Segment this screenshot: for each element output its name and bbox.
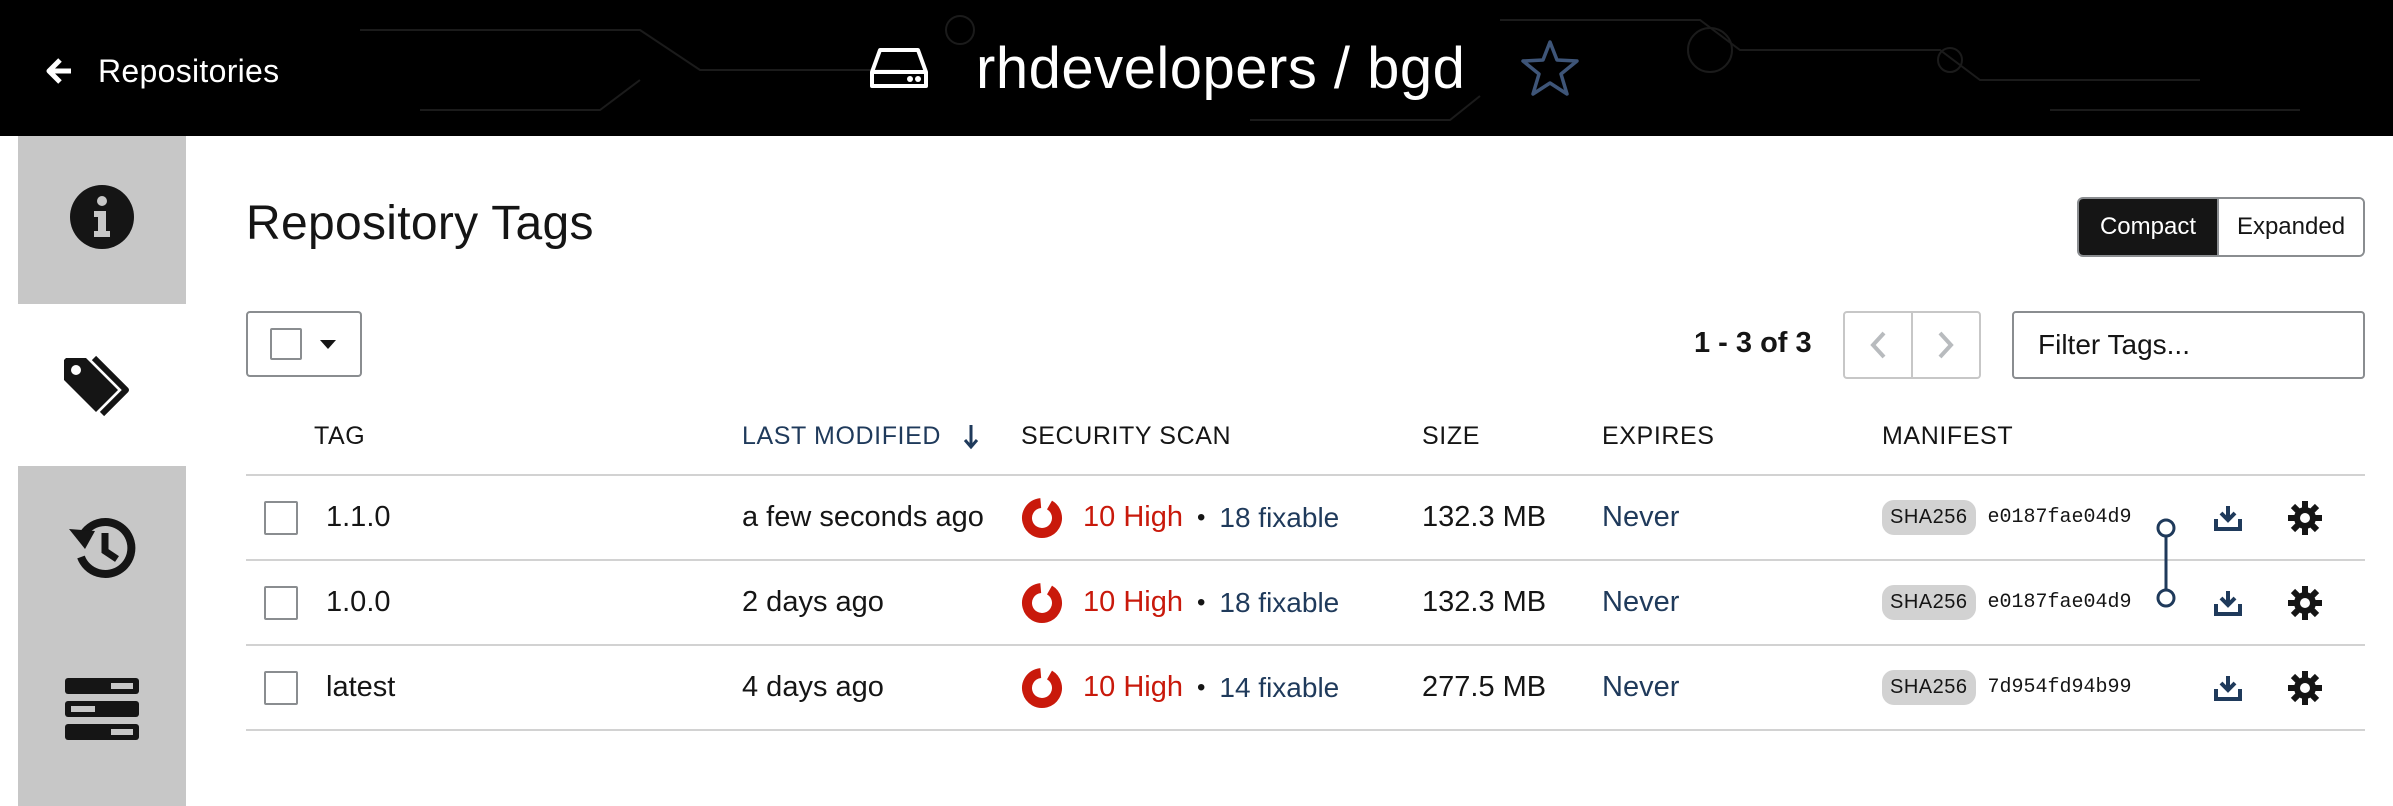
column-header-last-modified-label: LAST MODIFIED xyxy=(742,422,942,450)
pull-image-button[interactable] xyxy=(2214,476,2242,559)
tag-options-button[interactable] xyxy=(2288,476,2322,559)
separator-dot: • xyxy=(1196,673,1206,701)
compact-view-button[interactable]: Compact xyxy=(2079,199,2217,255)
expiration[interactable]: Never xyxy=(1602,476,1679,559)
row-checkbox[interactable] xyxy=(264,500,298,535)
sha256-badge: SHA256 xyxy=(1882,670,1976,705)
chevron-right-icon xyxy=(1938,331,1954,359)
column-header-last-modified[interactable]: LAST MODIFIED xyxy=(742,422,979,451)
tab-history[interactable] xyxy=(18,467,186,629)
vulnerability-donut-icon xyxy=(1022,667,1062,708)
tag-name[interactable]: latest xyxy=(326,646,395,729)
table-row: latest 4 days ago 10 High • 14 fixable 2… xyxy=(246,646,2365,731)
builds-icon xyxy=(65,678,139,740)
separator-dot: • xyxy=(1196,588,1206,616)
select-all-checkbox[interactable] xyxy=(270,328,302,360)
row-checkbox-cell xyxy=(264,646,298,729)
download-icon xyxy=(2214,505,2242,531)
download-icon xyxy=(2214,590,2242,616)
sort-descending-icon xyxy=(963,424,979,449)
tab-info[interactable] xyxy=(18,136,186,298)
repository-name: rhdevelopers / bgd xyxy=(976,35,1466,101)
tab-builds[interactable] xyxy=(18,628,186,790)
arrow-left-icon xyxy=(46,58,71,84)
table-row: 1.0.0 2 days ago 10 High • 18 fixable 13… xyxy=(246,561,2365,646)
same-manifest-link-icon xyxy=(2156,518,2176,608)
digest-value[interactable]: e0187fae04d9 xyxy=(1988,591,2132,614)
expanded-view-button[interactable]: Expanded xyxy=(2217,199,2363,255)
app-header: Repositories rhdevelopers / bgd xyxy=(0,0,2393,136)
severity-label: 10 High xyxy=(1083,671,1183,703)
caret-down-icon xyxy=(320,339,336,349)
severity-label: 10 High xyxy=(1083,501,1183,533)
table-row: 1.1.0 a few seconds ago 10 High • 18 fix… xyxy=(246,476,2365,561)
image-size: 277.5 MB xyxy=(1422,671,1547,703)
manifest-digest: SHA256 e0187fae04d9 xyxy=(1882,476,2132,559)
image-size: 132.3 MB xyxy=(1422,586,1547,618)
manifest-digest: SHA256 e0187fae04d9 xyxy=(1882,561,2132,644)
fixable-count[interactable]: 14 fixable xyxy=(1219,672,1339,704)
star-icon[interactable] xyxy=(1519,38,1581,98)
drive-icon xyxy=(870,48,928,88)
back-link-label: Repositories xyxy=(98,52,280,89)
security-scan-summary[interactable]: 10 High • 14 fixable xyxy=(1021,646,1339,729)
gear-icon xyxy=(2288,585,2322,620)
chevron-left-icon xyxy=(1870,331,1886,359)
security-scan-summary[interactable]: 10 High • 18 fixable xyxy=(1021,476,1339,559)
tag-name[interactable]: 1.1.0 xyxy=(326,476,391,559)
pull-image-button[interactable] xyxy=(2214,646,2242,729)
row-checkbox-cell xyxy=(264,476,298,559)
gear-icon xyxy=(2288,670,2322,705)
view-mode-toggle: Compact Expanded xyxy=(2077,197,2365,257)
info-icon xyxy=(70,185,134,249)
previous-page-button[interactable] xyxy=(1845,313,1911,377)
sha256-badge: SHA256 xyxy=(1882,500,1976,535)
digest-value[interactable]: 7d954fd94b99 xyxy=(1988,676,2132,699)
tag-options-button[interactable] xyxy=(2288,561,2322,644)
fixable-count[interactable]: 18 fixable xyxy=(1219,587,1339,619)
image-size: 132.3 MB xyxy=(1422,501,1547,533)
last-modified: a few seconds ago xyxy=(742,501,984,533)
column-header-tag[interactable]: TAG xyxy=(314,422,365,451)
digest-value[interactable]: e0187fae04d9 xyxy=(1988,506,2132,529)
repository-side-tabs xyxy=(18,136,186,806)
page-title: Repository Tags xyxy=(246,197,594,250)
pagination-count: 1 - 3 of 3 xyxy=(1694,327,1812,359)
row-checkbox-cell xyxy=(264,561,298,644)
vulnerability-donut-icon xyxy=(1022,582,1062,623)
column-header-manifest: MANIFEST xyxy=(1882,422,2014,450)
bulk-select-dropdown[interactable] xyxy=(246,311,362,377)
gear-icon xyxy=(2288,500,2322,535)
history-icon xyxy=(69,518,136,578)
expiration[interactable]: Never xyxy=(1602,561,1679,644)
fixable-count[interactable]: 18 fixable xyxy=(1219,502,1339,534)
row-divider xyxy=(246,729,2365,731)
pull-image-button[interactable] xyxy=(2214,561,2242,644)
sha256-badge: SHA256 xyxy=(1882,585,1976,620)
severity-label: 10 High xyxy=(1083,586,1183,618)
column-header-security-scan[interactable]: SECURITY SCAN xyxy=(1021,422,1231,451)
row-checkbox[interactable] xyxy=(264,585,298,620)
filter-tags-input[interactable] xyxy=(2012,311,2365,379)
repository-title: rhdevelopers / bgd xyxy=(870,30,1581,106)
tag-options-button[interactable] xyxy=(2288,646,2322,729)
row-checkbox[interactable] xyxy=(264,670,298,705)
security-scan-summary[interactable]: 10 High • 18 fixable xyxy=(1021,561,1339,644)
expiration[interactable]: Never xyxy=(1602,646,1679,729)
last-modified: 2 days ago xyxy=(742,586,884,618)
manifest-digest: SHA256 7d954fd94b99 xyxy=(1882,646,2132,729)
last-modified: 4 days ago xyxy=(742,671,884,703)
tags-icon xyxy=(64,355,129,417)
next-page-button[interactable] xyxy=(1911,313,1979,377)
tag-name[interactable]: 1.0.0 xyxy=(326,561,391,644)
separator-dot: • xyxy=(1196,503,1206,531)
column-header-size[interactable]: SIZE xyxy=(1422,422,1480,451)
column-header-expires[interactable]: EXPIRES xyxy=(1602,422,1715,451)
pagination-controls xyxy=(1843,311,1981,379)
download-icon xyxy=(2214,675,2242,701)
vulnerability-donut-icon xyxy=(1022,497,1062,538)
back-to-repositories-link[interactable]: Repositories xyxy=(44,50,279,92)
tab-tags[interactable] xyxy=(18,304,186,466)
